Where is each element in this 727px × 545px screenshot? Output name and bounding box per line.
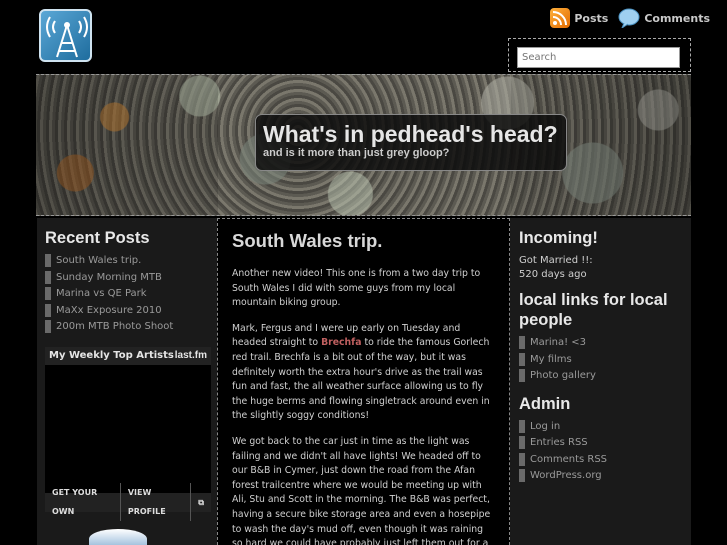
feed-links: Posts Comments — [550, 8, 710, 30]
banner-shade-left — [36, 75, 218, 215]
lastfm-logo[interactable]: last.fm — [175, 350, 207, 361]
site-title-box[interactable]: What's in pedhead's head? and is it more… — [255, 114, 567, 171]
brechfa-link[interactable]: Brechfa — [321, 337, 361, 348]
search-box — [508, 38, 691, 72]
post-paragraph: Mark, Fergus and I were up early on Tues… — [232, 322, 490, 422]
external-link-icon[interactable]: ⧉ — [191, 493, 211, 512]
badge-icon[interactable] — [89, 529, 147, 545]
radio-tower-icon — [46, 16, 88, 58]
post-paragraph: Another new video! This one is from a tw… — [232, 268, 481, 309]
comments-feed-link[interactable]: Comments — [618, 8, 710, 30]
admin-title: Admin — [519, 394, 571, 413]
lastfm-footer: GET YOUR OWN VIEW PROFILE ⧉ — [45, 483, 211, 521]
post-body: Another new video! This one is from a tw… — [232, 267, 495, 545]
site-logo[interactable] — [39, 9, 92, 62]
incoming-title: Incoming! — [519, 229, 598, 247]
recent-post-item[interactable]: South Wales trip. — [45, 254, 209, 271]
speech-bubble-icon — [618, 8, 640, 30]
posts-feed-label: Posts — [574, 11, 609, 25]
posts-feed-link[interactable]: Posts — [550, 8, 608, 28]
lastfm-view-profile-button[interactable]: VIEW PROFILE — [121, 483, 192, 521]
local-link-item[interactable]: Marina! <3 — [519, 336, 682, 353]
recent-post-item[interactable]: Marina vs QE Park — [45, 287, 209, 304]
comments-feed-label: Comments — [644, 11, 710, 25]
post-paragraph: We got back to the car just in time as t… — [232, 435, 491, 545]
admin-link-item[interactable]: WordPress.org — [519, 469, 682, 486]
admin-link-item[interactable]: Entries RSS — [519, 436, 682, 453]
lastfm-widget: My Weekly Top Artists last.fm GET YOUR O… — [45, 346, 211, 521]
admin-link-item[interactable]: Log in — [519, 419, 682, 437]
recent-post-item[interactable]: Sunday Morning MTB — [45, 270, 209, 288]
lastfm-get-your-own-button[interactable]: GET YOUR OWN — [45, 483, 121, 521]
right-sidebar: Incoming! Got Married !!: 520 days ago l… — [510, 218, 691, 545]
rss-icon — [550, 8, 571, 28]
search-input[interactable] — [517, 47, 680, 68]
recent-post-item[interactable]: 200m MTB Photo Shoot — [45, 320, 209, 337]
lastfm-title: My Weekly Top Artists — [49, 350, 174, 361]
post-title[interactable]: South Wales trip. — [232, 229, 495, 253]
admin-link-item[interactable]: Comments RSS — [519, 452, 682, 470]
site-tagline: and is it more than just grey gloop? — [263, 147, 450, 159]
site-title: What's in pedhead's head? — [263, 121, 558, 147]
lastfm-header: My Weekly Top Artists last.fm — [45, 346, 211, 365]
local-link-item[interactable]: My films — [519, 352, 682, 370]
admin-links-list: Log in Entries RSS Comments RSS WordPres… — [519, 419, 682, 486]
countdown-days: 520 days ago — [519, 269, 587, 280]
main-content: South Wales trip. Another new video! Thi… — [217, 218, 510, 545]
left-sidebar: Recent Posts South Wales trip. Sunday Mo… — [37, 218, 217, 545]
recent-posts-title: Recent Posts — [45, 229, 150, 247]
header-banner: What's in pedhead's head? and is it more… — [36, 74, 691, 216]
local-links-list: Marina! <3 My films Photo gallery — [519, 336, 682, 386]
local-links-title: local links for local people — [519, 291, 668, 329]
countdown-event: Got Married !!: — [519, 255, 593, 266]
recent-post-item[interactable]: MaXx Exposure 2010 — [45, 303, 209, 321]
local-link-item[interactable]: Photo gallery — [519, 369, 682, 386]
recent-posts-list: South Wales trip. Sunday Morning MTB Mar… — [45, 254, 209, 337]
